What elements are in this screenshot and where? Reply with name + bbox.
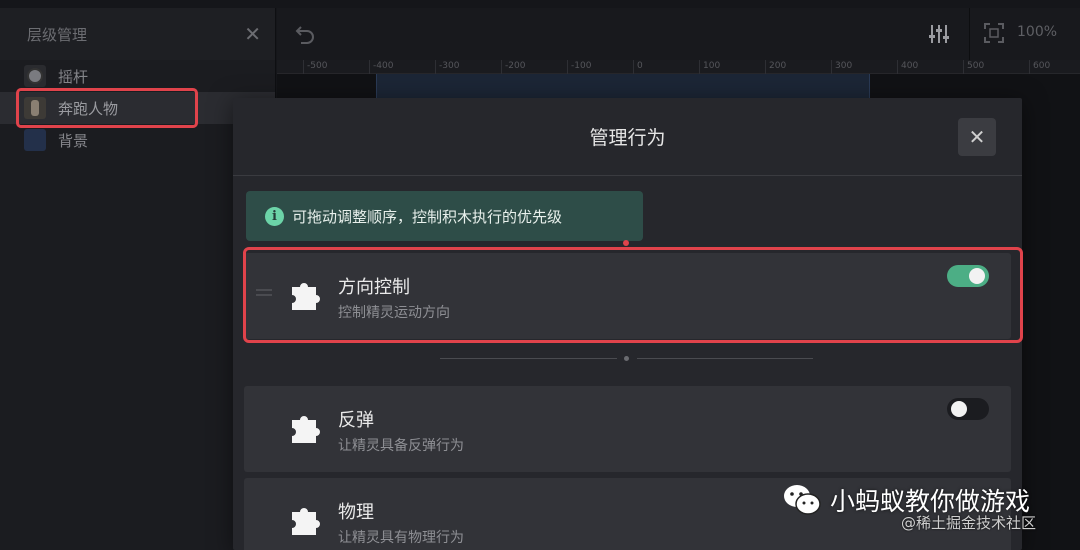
behavior-description: 让精灵具有物理行为 — [338, 530, 464, 546]
tip-text: 可拖动调整顺序，控制积木执行的优先级 — [292, 207, 563, 226]
ruler-label: -200 — [505, 61, 526, 71]
background-thumbnail — [24, 129, 46, 151]
ruler-label: -300 — [439, 61, 460, 71]
ruler-tick — [633, 60, 634, 74]
wechat-icon — [784, 485, 821, 515]
layer-panel-header: 层级管理 ✕ — [0, 8, 275, 60]
behavior-toggle[interactable] — [947, 265, 989, 287]
ruler-tick — [501, 60, 502, 74]
zoom-level[interactable]: 100% — [1017, 24, 1057, 40]
ruler-tick — [831, 60, 832, 74]
layer-item-label: 背景 — [58, 131, 89, 150]
ruler-label: -500 — [307, 61, 328, 71]
toolbar-divider — [969, 8, 970, 60]
layer-item-label: 摇杆 — [58, 67, 89, 86]
toggle-knob — [969, 268, 985, 284]
ruler-label: 600 — [1033, 61, 1051, 71]
drop-indicator-line — [440, 358, 617, 359]
ruler-tick — [699, 60, 700, 74]
behavior-toggle[interactable] — [947, 398, 989, 420]
modal-title: 管理行为 — [589, 127, 666, 149]
ruler-tick — [765, 60, 766, 74]
ruler-label: 100 — [703, 61, 721, 71]
ruler-tick — [897, 60, 898, 74]
behavior-card-bounce[interactable]: 反弹 让精灵具备反弹行为 — [244, 386, 1011, 472]
puzzle-icon — [292, 283, 320, 310]
drop-indicator-line — [637, 358, 813, 359]
runner-thumbnail — [24, 97, 46, 119]
puzzle-icon — [292, 508, 320, 535]
joystick-thumbnail — [24, 65, 46, 87]
behavior-description: 控制精灵运动方向 — [338, 305, 450, 321]
ruler-label: 400 — [901, 61, 919, 71]
fit-screen-icon[interactable] — [983, 22, 1005, 44]
ruler-tick — [369, 60, 370, 74]
ruler-label: -100 — [571, 61, 592, 71]
layer-item-label: 奔跑人物 — [58, 99, 119, 118]
modal-close-button[interactable]: ✕ — [958, 118, 996, 156]
drop-indicator-dot — [624, 356, 629, 361]
ruler-tick — [1029, 60, 1030, 74]
drag-handle-icon[interactable] — [256, 289, 272, 301]
behavior-description: 让精灵具备反弹行为 — [338, 438, 464, 454]
ruler-tick — [963, 60, 964, 74]
tip-pointer-dot — [623, 240, 629, 246]
ruler-tick — [435, 60, 436, 74]
undo-icon[interactable] — [293, 22, 317, 46]
modal-header: 管理行为 ✕ — [233, 98, 1022, 176]
ruler-tick — [567, 60, 568, 74]
behavior-name: 物理 — [338, 502, 374, 523]
close-icon: ✕ — [968, 125, 986, 149]
tune-icon[interactable] — [927, 22, 951, 46]
watermark-subtitle: @稀土掘金技术社区 — [901, 514, 1037, 532]
ruler-label: 300 — [835, 61, 853, 71]
ruler-label: 200 — [769, 61, 787, 71]
puzzle-icon — [292, 416, 320, 443]
reorder-tip: i 可拖动调整顺序，控制积木执行的优先级 — [246, 191, 643, 241]
horizontal-ruler: -500 -400 -300 -200 -100 0 100 200 300 400 500 600 — [277, 60, 1080, 74]
layer-panel-title: 层级管理 — [27, 25, 88, 44]
behavior-card-direction[interactable]: 方向控制 控制精灵运动方向 — [244, 253, 1011, 339]
layer-item-joystick[interactable]: 摇杆 — [0, 60, 275, 92]
ruler-label: 500 — [967, 61, 985, 71]
ruler-tick — [303, 60, 304, 74]
behavior-name: 反弹 — [338, 410, 374, 431]
toggle-knob — [951, 401, 967, 417]
behavior-name: 方向控制 — [338, 277, 410, 298]
ruler-label: -400 — [373, 61, 394, 71]
canvas-toolbar: 100% — [277, 8, 1080, 60]
layer-panel-close-icon[interactable]: ✕ — [244, 22, 261, 46]
ruler-label: 0 — [637, 61, 643, 71]
info-icon: i — [265, 206, 284, 226]
